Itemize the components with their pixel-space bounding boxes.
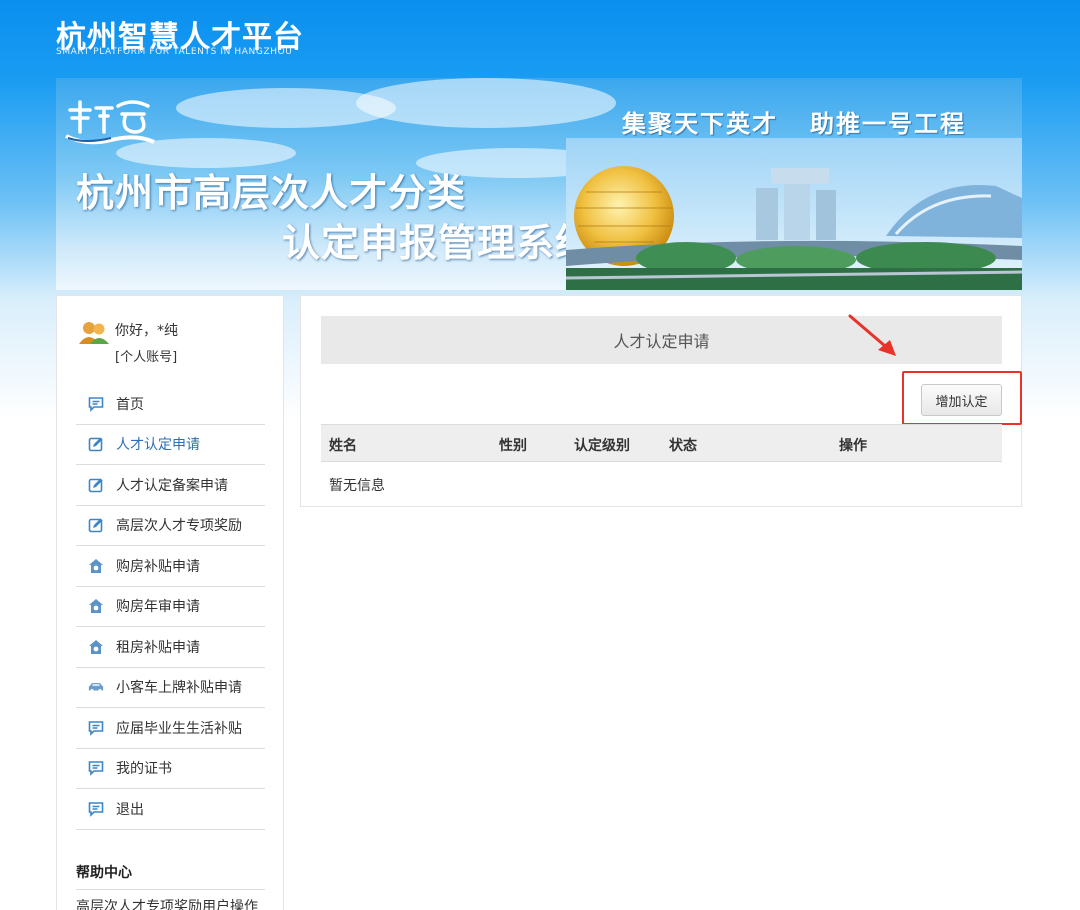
edit-icon [88,436,104,452]
sidebar-item-home[interactable]: 首页 [76,384,265,425]
sidebar-item-label: 人才认定备案申请 [116,477,228,494]
column-header-gender: 性别 [499,438,527,454]
help-center-title: 帮助中心 [76,865,132,881]
edit-icon [88,517,104,533]
city-skyline-image [566,138,1022,290]
sidebar-item-my-certificates[interactable]: 我的证书 [76,749,265,789]
banner-slogan-2: 助推一号工程 [810,109,966,138]
sidebar-item-label: 小客车上牌补贴申请 [116,680,242,697]
sidebar-item-logout[interactable]: 退出 [76,789,265,830]
edit-icon [88,477,104,493]
sidebar-item-graduate-subsidy[interactable]: 应届毕业生生活补贴 [76,708,265,749]
sidebar-item-talent-apply[interactable]: 人才认定申请 [76,425,265,465]
help-link[interactable]: 高层次人才专项奖励用户操作 [76,896,258,910]
column-header-actions: 操作 [839,438,867,454]
table-empty-row: 暂无信息 [321,462,1002,502]
house-icon [88,639,104,655]
application-table: 姓名 性别 认定级别 状态 操作 暂无信息 [321,424,1002,502]
sidebar-item-label: 我的证书 [116,761,172,778]
empty-message: 暂无信息 [329,478,385,494]
banner-title-line1: 杭州市高层次人才分类 [76,171,467,215]
sidebar-item-label: 应届毕业生生活补贴 [116,720,242,737]
users-icon [79,322,109,344]
sidebar-item-special-award[interactable]: 高层次人才专项奖励 [76,506,265,546]
house-icon [88,558,104,574]
banner-slogan-1: 集聚天下英才 [622,109,778,138]
banner-title-line2: 认定申报管理系统 [282,221,595,265]
hangzhou-emblem-icon [65,100,155,145]
message-icon [88,760,104,777]
car-icon [88,679,104,695]
sidebar-menu: 首页 人才认定申请 人才认定备案申请 高层次人才专项奖励 购房补贴申请 购房年审… [76,384,265,830]
user-account-type: [个人账号] [115,350,178,365]
sidebar-item-label: 租房补贴申请 [116,639,200,656]
message-icon [88,801,104,817]
divider [76,889,265,890]
message-icon [88,720,104,736]
sidebar-item-house-review[interactable]: 购房年审申请 [76,587,265,627]
sidebar-item-label: 退出 [116,801,144,818]
sidebar-item-label: 购房补贴申请 [116,558,200,575]
user-info: 你好，*纯 [个人账号] [79,320,269,370]
user-greeting: 你好，*纯 [115,323,178,339]
house-icon [88,598,104,614]
sidebar-item-talent-filing[interactable]: 人才认定备案申请 [76,465,265,506]
table-header: 姓名 性别 认定级别 状态 操作 [321,424,1002,462]
site-logo-subtitle: SMART PLATFORM FOR TALENTS IN HANGZHOU [56,47,293,57]
sidebar-item-label: 首页 [116,396,144,413]
sidebar-item-label: 人才认定申请 [116,437,200,454]
sidebar-item-car-plate-subsidy[interactable]: 小客车上牌补贴申请 [76,668,265,708]
arrow-annotation-icon [848,314,896,356]
column-header-status: 状态 [669,438,697,454]
sidebar: 你好，*纯 [个人账号] 首页 人才认定申请 人才认定备案申请 高层次人才专项奖… [56,295,284,910]
top-header: 杭州智慧人才平台 SMART PLATFORM FOR TALENTS IN H… [0,0,1080,76]
banner: 杭州市高层次人才分类 认定申报管理系统 集聚天下英才 助推一号工程 [56,78,1022,290]
column-header-name: 姓名 [329,438,357,454]
main-panel: 人才认定申请 增加认定 姓名 性别 认定级别 状态 操作 暂无信息 [300,295,1022,507]
sidebar-item-rent-subsidy[interactable]: 租房补贴申请 [76,627,265,668]
sidebar-item-label: 购房年审申请 [116,599,200,616]
column-header-level: 认定级别 [574,438,630,454]
message-icon [88,396,104,412]
sidebar-item-house-subsidy[interactable]: 购房补贴申请 [76,546,265,587]
sidebar-item-label: 高层次人才专项奖励 [116,518,242,535]
highlight-box [902,371,1022,425]
